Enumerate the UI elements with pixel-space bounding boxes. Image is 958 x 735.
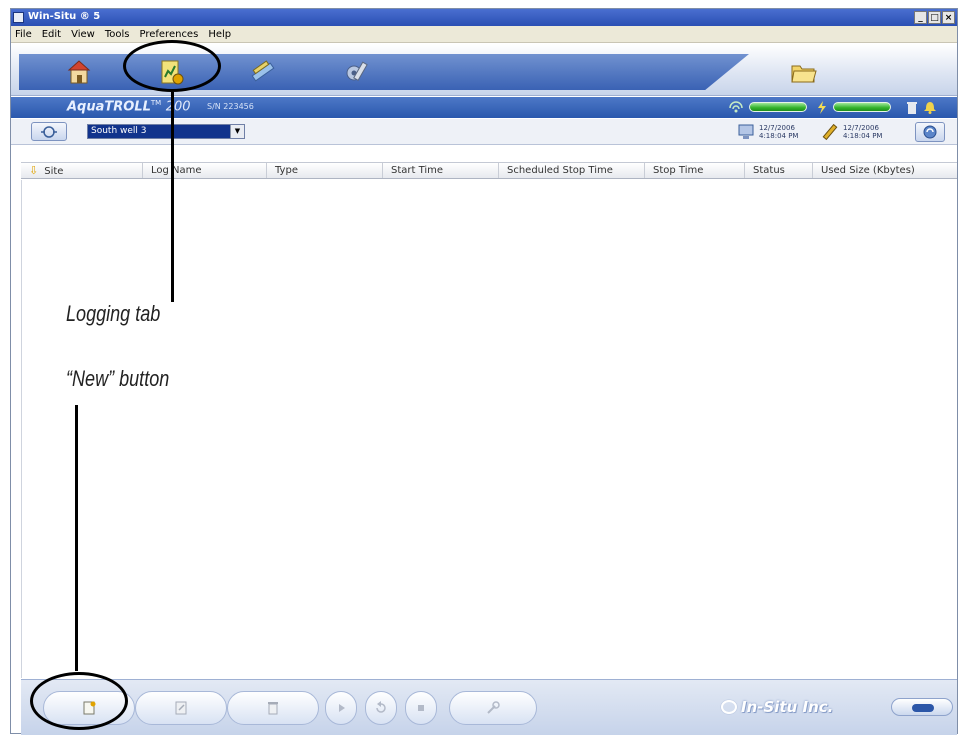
- edit-button[interactable]: [135, 691, 227, 725]
- logging-tab-highlight: [123, 40, 221, 92]
- device-brand: Aqua: [67, 99, 105, 115]
- signal-meter: [749, 102, 807, 112]
- bottom-toolbar: In-Situ Inc.: [21, 679, 957, 735]
- menu-tools[interactable]: Tools: [105, 29, 130, 40]
- column-stop-time[interactable]: Stop Time: [645, 163, 745, 178]
- download-icon: [376, 701, 386, 713]
- pc-date: 12/7/2006: [759, 124, 795, 132]
- device-line: TROLL: [104, 99, 151, 115]
- company-name: In-Situ Inc.: [741, 698, 834, 716]
- column-status[interactable]: Status: [745, 163, 813, 178]
- download-button[interactable]: [365, 691, 397, 725]
- device-model: 200: [165, 99, 191, 115]
- open-folder-tab[interactable]: [771, 56, 835, 88]
- company-logo-mark: [721, 700, 737, 714]
- connect-button[interactable]: [31, 122, 67, 141]
- signal-icon: [729, 101, 743, 113]
- column-type[interactable]: Type: [267, 163, 383, 178]
- home-icon: [67, 60, 91, 84]
- chevron-down-icon[interactable]: ▼: [230, 125, 244, 138]
- start-button[interactable]: [325, 691, 357, 725]
- trademark: TM: [150, 99, 162, 107]
- computer-icon: [738, 124, 754, 139]
- device-date: 12/7/2006: [843, 124, 879, 132]
- site-dropdown[interactable]: South well 3 ▼: [87, 124, 245, 139]
- sort-arrow-icon: ⇩: [29, 164, 39, 177]
- toggle-knob[interactable]: [912, 704, 934, 712]
- toggle-switch[interactable]: [891, 698, 953, 716]
- device-clock: 12/7/2006 4:18:04 PM: [813, 121, 899, 143]
- probe-icon: [822, 123, 838, 141]
- stop-button[interactable]: [405, 691, 437, 725]
- app-icon: [13, 12, 24, 23]
- menu-bar: File Edit View Tools Preferences Help: [11, 26, 957, 43]
- new-button-highlight: [30, 672, 128, 730]
- column-start-time[interactable]: Start Time: [383, 163, 499, 178]
- company-logo: In-Situ Inc.: [721, 698, 833, 716]
- battery-icon: [818, 101, 826, 114]
- menu-help[interactable]: Help: [208, 29, 231, 40]
- calibration-tab[interactable]: [231, 56, 295, 88]
- sync-icon: [923, 125, 937, 139]
- close-button[interactable]: ×: [942, 11, 955, 24]
- menu-view[interactable]: View: [71, 29, 95, 40]
- column-site[interactable]: ⇩ Site: [21, 163, 143, 178]
- device-header: AquaTROLLTM 200 S/N 223456: [11, 97, 957, 118]
- log-table-body[interactable]: [21, 180, 957, 678]
- sync-clock-button[interactable]: [915, 122, 945, 142]
- title-bar: Win-Situ ® 5 _ □ ×: [11, 9, 957, 26]
- trash-icon[interactable]: [905, 101, 919, 114]
- alarm-bell-icon[interactable]: [923, 101, 937, 114]
- menu-file[interactable]: File: [15, 29, 32, 40]
- utilities-tab[interactable]: [325, 56, 389, 88]
- column-site-label: Site: [44, 166, 64, 177]
- setup-button[interactable]: [449, 691, 537, 725]
- connect-icon: [41, 125, 57, 138]
- stop-icon: [418, 705, 424, 711]
- utilities-icon: [346, 61, 368, 81]
- menu-preferences[interactable]: Preferences: [139, 29, 198, 40]
- new-button-callout: “New” button: [66, 366, 170, 391]
- device-toolbar: South well 3 ▼ 12/7/2006 4:18:04 PM 12/7…: [11, 119, 957, 145]
- battery-meter: [833, 102, 891, 112]
- delete-button[interactable]: [227, 691, 319, 725]
- column-log-name[interactable]: Log Name: [143, 163, 267, 178]
- site-dropdown-value: South well 3: [91, 126, 147, 136]
- pc-time: 4:18:04 PM: [759, 132, 799, 140]
- log-table-header: ⇩ Site Log Name Type Start Time Scheduled…: [21, 162, 957, 179]
- wrench-icon: [487, 701, 500, 714]
- serial-number: S/N 223456: [207, 102, 254, 111]
- home-tab[interactable]: [47, 56, 111, 88]
- maximize-button[interactable]: □: [928, 11, 941, 24]
- menu-edit[interactable]: Edit: [42, 29, 61, 40]
- folder-icon: [791, 65, 817, 83]
- edit-icon: [175, 701, 187, 715]
- play-icon: [339, 704, 345, 712]
- pc-clock: 12/7/2006 4:18:04 PM: [729, 121, 815, 143]
- delete-icon: [268, 702, 278, 715]
- column-scheduled-stop-time[interactable]: Scheduled Stop Time: [499, 163, 645, 178]
- column-used-size[interactable]: Used Size (Kbytes): [813, 163, 957, 178]
- logging-tab-callout-line: [171, 92, 174, 302]
- minimize-button[interactable]: _: [914, 11, 927, 24]
- calibration-icon: [251, 60, 275, 82]
- logging-tab-callout: Logging tab: [66, 301, 161, 326]
- new-button-callout-line: [75, 405, 78, 671]
- window-title: Win-Situ ® 5: [28, 11, 101, 22]
- device-time: 4:18:04 PM: [843, 132, 883, 140]
